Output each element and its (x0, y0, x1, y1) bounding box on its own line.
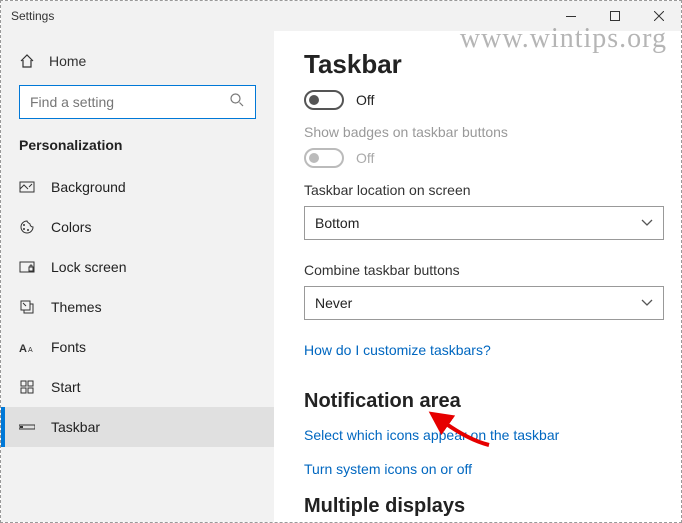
search-box[interactable] (19, 85, 256, 119)
window-titlebar: Settings (1, 1, 681, 31)
minimize-button[interactable] (549, 1, 593, 31)
customize-link[interactable]: How do I customize taskbars? (304, 342, 491, 358)
window-title: Settings (11, 9, 54, 23)
combine-label: Combine taskbar buttons (304, 262, 655, 278)
lockscreen-icon (19, 259, 35, 275)
sidebar-item-label: Fonts (51, 339, 86, 355)
sidebar-item-lockscreen[interactable]: Lock screen (1, 247, 274, 287)
nav-list: Background Colors Lock screen Themes AA … (1, 167, 274, 447)
sidebar-item-label: Lock screen (51, 259, 126, 275)
combine-value: Never (315, 295, 352, 311)
sidebar-item-colors[interactable]: Colors (1, 207, 274, 247)
close-button[interactable] (637, 1, 681, 31)
content-area: Taskbar Off Show badges on taskbar butto… (274, 31, 681, 522)
sidebar-item-taskbar[interactable]: Taskbar (1, 407, 274, 447)
sidebar-item-themes[interactable]: Themes (1, 287, 274, 327)
sidebar-item-fonts[interactable]: AA Fonts (1, 327, 274, 367)
sidebar-item-label: Themes (51, 299, 102, 315)
image-icon (19, 179, 35, 195)
toggle-badges-state: Off (356, 150, 374, 166)
svg-text:A: A (28, 347, 33, 354)
sidebar: Home Personalization Background Colors L… (1, 31, 274, 522)
toggle-state: Off (356, 92, 374, 108)
chevron-down-icon (641, 216, 653, 230)
location-label: Taskbar location on screen (304, 182, 655, 198)
turn-system-icons-link[interactable]: Turn system icons on or off (304, 461, 655, 477)
chevron-down-icon (641, 296, 653, 310)
badges-label: Show badges on taskbar buttons (304, 124, 655, 140)
themes-icon (19, 299, 35, 315)
search-icon (229, 92, 245, 113)
location-value: Bottom (315, 215, 359, 231)
sidebar-item-label: Taskbar (51, 419, 100, 435)
select-icons-link[interactable]: Select which icons appear on the taskbar (304, 427, 655, 443)
sidebar-item-start[interactable]: Start (1, 367, 274, 407)
sidebar-item-label: Background (51, 179, 126, 195)
page-title: Taskbar (304, 49, 655, 80)
toggle-hidden-option[interactable] (304, 90, 344, 110)
home-label: Home (49, 53, 86, 69)
palette-icon (19, 219, 35, 235)
combine-dropdown[interactable]: Never (304, 286, 664, 320)
section-heading: Personalization (1, 133, 274, 167)
maximize-button[interactable] (593, 1, 637, 31)
taskbar-icon (19, 419, 35, 435)
svg-text:A: A (19, 343, 27, 355)
home-icon (19, 53, 35, 69)
location-dropdown[interactable]: Bottom (304, 206, 664, 240)
multiple-displays-heading: Multiple displays (304, 495, 655, 518)
sidebar-item-label: Start (51, 379, 81, 395)
start-icon (19, 379, 35, 395)
notification-heading: Notification area (304, 390, 655, 413)
window-controls (549, 1, 681, 31)
sidebar-item-label: Colors (51, 219, 91, 235)
search-input[interactable] (30, 94, 229, 110)
toggle-badges[interactable] (304, 148, 344, 168)
fonts-icon: AA (19, 339, 35, 355)
sidebar-item-background[interactable]: Background (1, 167, 274, 207)
home-button[interactable]: Home (1, 43, 274, 79)
